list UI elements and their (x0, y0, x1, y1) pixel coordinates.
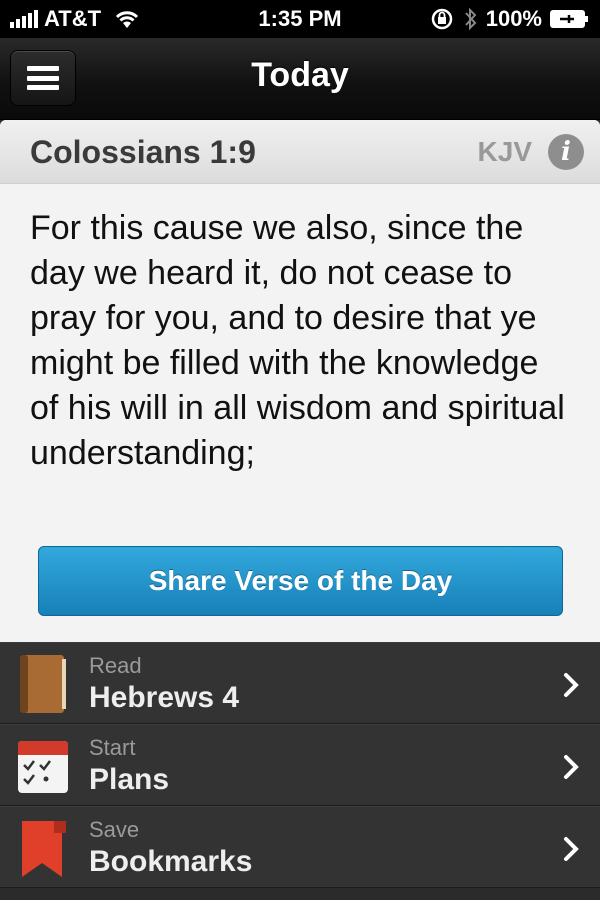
status-right: 100% (430, 6, 590, 32)
bookmark-icon (22, 821, 66, 877)
list-item-subtitle: Start (89, 735, 136, 760)
action-list: Read Hebrews 4 Start Plans Save Bookmark… (0, 642, 600, 888)
verse-reference[interactable]: Colossians 1:9 (30, 134, 256, 171)
book-icon (20, 655, 66, 713)
verse-of-the-day-card: Colossians 1:9 KJV i For this cause we a… (0, 120, 600, 642)
verse-header: Colossians 1:9 KJV i (0, 120, 600, 184)
list-item-title: Plans (89, 763, 170, 796)
chevron-right-icon (564, 755, 579, 779)
status-bar: AT&T 1:35 PM 100% (0, 0, 600, 38)
rotation-lock-icon (431, 8, 452, 30)
battery-charging-icon (550, 10, 588, 28)
page-title: Today (251, 56, 349, 94)
verse-text: For this cause we also, since the day we… (30, 209, 565, 472)
list-item-plans[interactable]: Start Plans (0, 724, 600, 806)
share-verse-button[interactable]: Share Verse of the Day (38, 546, 563, 616)
calendar-checklist-icon (18, 741, 68, 793)
chevron-right-icon (564, 837, 579, 861)
list-item-read[interactable]: Read Hebrews 4 (0, 642, 600, 724)
list-item-title: Hebrews 4 (89, 681, 240, 714)
bible-version[interactable]: KJV (478, 136, 532, 168)
navigation-bar: Today (0, 38, 600, 120)
chevron-right-icon (564, 673, 579, 697)
list-item-subtitle: Read (89, 653, 142, 678)
battery-percent: 100% (485, 6, 542, 31)
list-item-subtitle: Save (89, 817, 140, 842)
list-item-bookmarks[interactable]: Save Bookmarks (0, 806, 600, 888)
bluetooth-icon (464, 7, 477, 31)
list-item-title: Bookmarks (89, 845, 253, 878)
info-icon[interactable]: i (548, 134, 584, 170)
